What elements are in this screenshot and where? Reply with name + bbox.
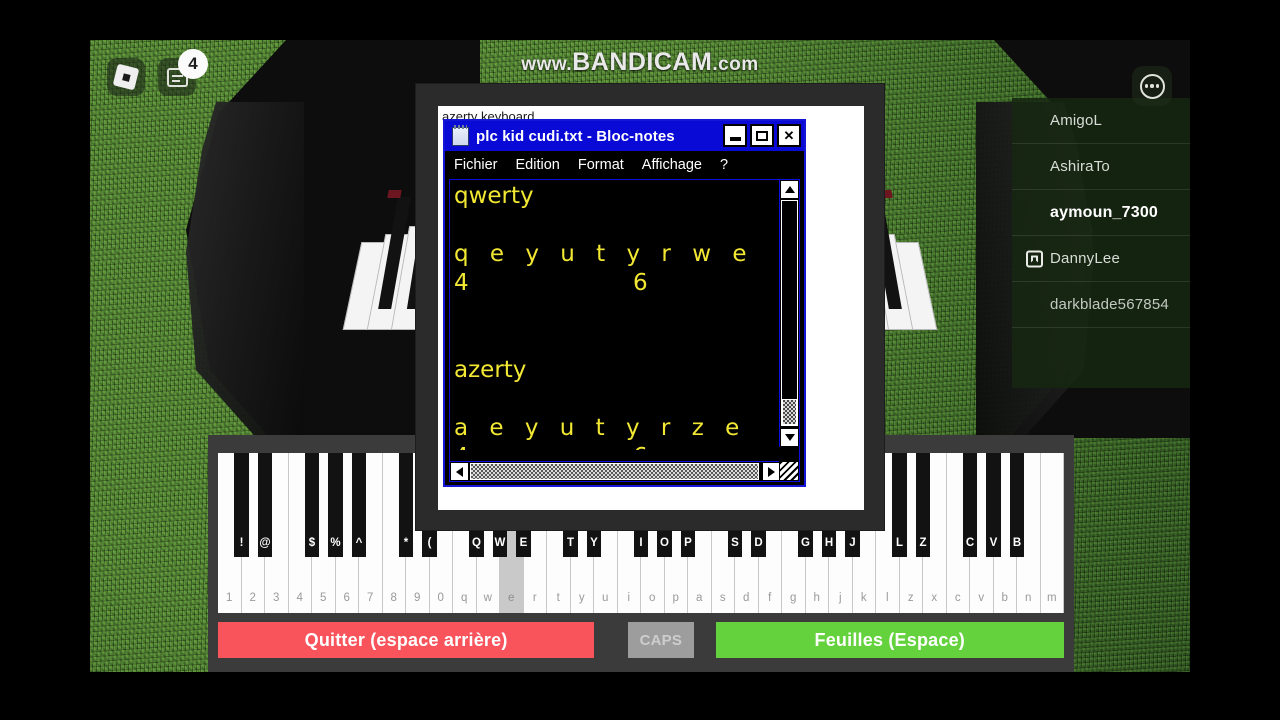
menu-item-edition[interactable]: Edition [507,157,569,173]
scroll-up-button[interactable] [780,180,799,199]
menu-item-help[interactable]: ? [711,157,737,173]
chevron-down-icon [784,434,795,441]
notepad-window[interactable]: plc kid cudi.txt - Bloc-notes ✕ Fichier … [443,119,806,487]
notepad-text-line: azerty [454,357,527,383]
piano-black-key-V[interactable]: V [986,453,1001,557]
chevron-up-icon [784,186,795,193]
notepad-text-line [454,298,754,327]
player-name: DannyLee [1050,250,1120,267]
notepad-menubar[interactable]: Fichier Edition Format Affichage ? [445,151,804,178]
grand-piano-left-shade [186,102,304,442]
piano-black-key-![interactable]: ! [234,453,249,557]
vertical-scroll-track[interactable] [781,200,798,426]
premium-badge-icon [1026,250,1043,267]
notepad-text-line: 4 6 [454,443,754,450]
player-name: aymoun_7300 [1050,203,1159,221]
piano-control-row: Quitter (espace arrière) CAPS Feuilles (… [218,622,1064,658]
piano-black-key-B[interactable]: B [1009,453,1025,557]
watermark-suffix: .com [712,54,759,75]
player-name: AmigoL [1050,112,1103,129]
screen-root: 4 AmigoL AshiraTo aymoun_7300 DannyLee d… [0,0,1280,720]
notepad-text-line: a e y u t y r z e [454,415,747,441]
quit-button[interactable]: Quitter (espace arrière) [218,622,595,658]
maximize-icon [756,130,768,141]
notepad-text-line: qwerty [454,183,534,209]
maximize-button[interactable] [750,124,774,147]
more-options-icon [1139,73,1165,99]
notepad-text-line: 4 6 [454,270,655,296]
watermark-prefix: www. [521,54,573,75]
player-list[interactable]: AmigoL AshiraTo aymoun_7300 DannyLee dar… [1012,98,1190,388]
player-name: AshiraTo [1050,158,1110,175]
player-list-item-self[interactable]: aymoun_7300 [1012,190,1190,236]
piano-black-key-Z[interactable]: Z [915,453,931,557]
player-list-item[interactable]: AshiraTo [1012,144,1190,190]
notepad-text-line [454,211,754,240]
horizontal-scrollbar[interactable] [450,461,781,481]
player-name: darkblade567854 [1050,296,1169,313]
notepad-text-area-container[interactable]: qwerty q e y u t y r w e 4 6 azerty a e y… [449,179,800,482]
scroll-left-button[interactable] [450,462,469,481]
close-button[interactable]: ✕ [777,124,801,147]
letterbox-top [0,0,1280,40]
piano-black-key-$[interactable]: $ [304,453,320,557]
notepad-text-line [454,385,754,414]
player-list-item[interactable]: darkblade567854 [1012,282,1190,328]
letterbox-bottom [0,672,1280,720]
resize-grip[interactable] [779,461,799,481]
notepad-title-text: plc kid cudi.txt - Bloc-notes [476,127,675,145]
vertical-scroll-thumb[interactable] [782,399,797,425]
vertical-scrollbar[interactable] [779,180,799,447]
piano-black-key-C[interactable]: C [962,453,978,557]
menu-item-fichier[interactable]: Fichier [445,157,507,173]
piano-black-key-L[interactable]: L [892,453,907,557]
piano-black-key-*[interactable]: * [398,453,414,557]
bandicam-watermark: www.BANDICAM.com [0,48,1280,77]
menu-item-format[interactable]: Format [569,157,633,173]
notepad-text-line: q e y u t y r w e [454,241,754,267]
watermark-brand: BANDICAM [572,48,713,76]
notepad-titlebar[interactable]: plc kid cudi.txt - Bloc-notes ✕ [445,121,804,151]
piano-black-key-@[interactable]: @ [257,453,273,557]
caps-button[interactable]: CAPS [628,622,694,658]
notepad-icon [452,124,469,146]
minimize-button[interactable] [723,124,747,147]
window-controls: ✕ [723,124,801,147]
player-list-item[interactable]: DannyLee [1012,236,1190,282]
chevron-left-icon [456,466,463,477]
chevron-right-icon [768,466,775,477]
notepad-text-content[interactable]: qwerty q e y u t y r w e 4 6 azerty a e y… [454,182,754,450]
piano-black-key-^[interactable]: ^ [351,453,367,557]
sheets-button[interactable]: Feuilles (Espace) [715,622,1064,658]
horizontal-scroll-track[interactable] [470,463,759,480]
piano-black-key-%[interactable]: % [328,453,343,557]
scroll-down-button[interactable] [780,428,799,447]
notepad-text-line [454,327,754,356]
minimize-icon [729,137,741,141]
menu-item-affichage[interactable]: Affichage [633,157,711,173]
piano-white-key-m[interactable]: m [1040,453,1064,613]
